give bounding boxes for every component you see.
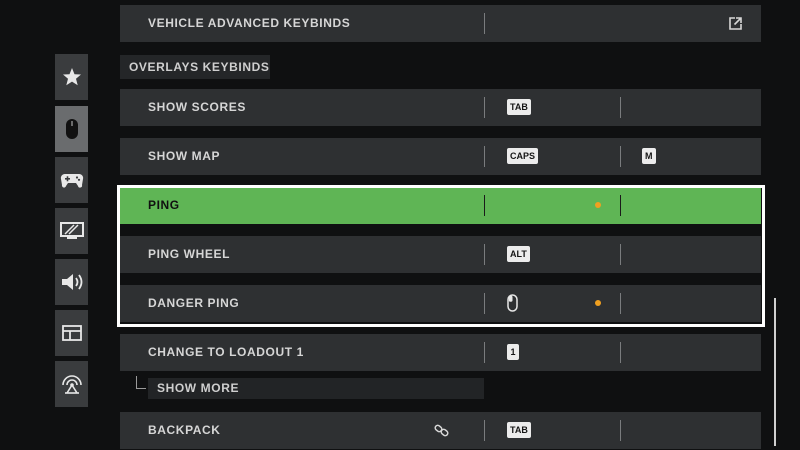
sidebar-tab-audio[interactable]	[55, 259, 88, 305]
row-change-to-loadout-1[interactable]: CHANGE TO LOADOUT 1 1	[120, 334, 761, 371]
show-more-button[interactable]: SHOW MORE	[148, 378, 484, 399]
column-divider	[620, 97, 621, 118]
sidebar-tab-keyboard-mouse[interactable]	[55, 106, 88, 152]
link-icon	[434, 424, 449, 437]
row-label: VEHICLE ADVANCED KEYBINDS	[148, 16, 351, 30]
row-show-scores[interactable]: SHOW SCORES TAB	[120, 89, 761, 126]
star-icon	[62, 68, 81, 86]
column-divider	[484, 342, 485, 363]
column-divider	[484, 13, 485, 34]
display-icon	[59, 222, 84, 239]
column-divider	[484, 420, 485, 441]
sidebar-tab-graphics[interactable]	[55, 208, 88, 254]
column-divider	[620, 420, 621, 441]
speaker-icon	[61, 274, 82, 290]
primary-key-badge[interactable]: 1	[507, 344, 519, 360]
alternate-key-slot[interactable]	[630, 412, 750, 449]
network-icon	[61, 375, 82, 394]
row-label: SHOW SCORES	[148, 100, 246, 114]
gamepad-icon	[60, 173, 83, 188]
alternate-key-badge[interactable]: M	[642, 148, 656, 164]
row-label: SHOW MAP	[148, 149, 221, 163]
interface-icon	[61, 325, 82, 341]
external-link-icon	[729, 17, 742, 30]
row-label: CHANGE TO LOADOUT 1	[148, 345, 304, 359]
section-header-overlays-keybinds: OVERLAYS KEYBINDS	[120, 55, 270, 79]
row-show-map[interactable]: SHOW MAP CAPS M	[120, 138, 761, 175]
sidebar-tab-controller[interactable]	[55, 157, 88, 203]
mouse-icon	[65, 119, 78, 139]
row-vehicle-advanced-keybinds[interactable]: VEHICLE ADVANCED KEYBINDS	[120, 5, 761, 42]
column-divider	[620, 342, 621, 363]
alternate-key-slot[interactable]	[630, 334, 750, 371]
column-divider	[620, 146, 621, 167]
sidebar-tab-favorites[interactable]	[55, 54, 88, 100]
row-label: BACKPACK	[148, 423, 221, 437]
alternate-key-slot[interactable]	[630, 89, 750, 126]
tree-connector	[136, 376, 146, 389]
primary-key-badge[interactable]: TAB	[507, 99, 531, 115]
column-divider	[484, 97, 485, 118]
row-backpack[interactable]: BACKPACK TAB	[120, 412, 761, 449]
sidebar-tab-interface[interactable]	[55, 310, 88, 356]
primary-key-badge[interactable]: CAPS	[507, 148, 539, 164]
scrollbar-thumb[interactable]	[774, 298, 776, 446]
sidebar-tab-network[interactable]	[55, 361, 88, 407]
primary-key-badge[interactable]: TAB	[507, 422, 531, 438]
selection-highlight-frame	[117, 185, 765, 327]
column-divider	[484, 146, 485, 167]
